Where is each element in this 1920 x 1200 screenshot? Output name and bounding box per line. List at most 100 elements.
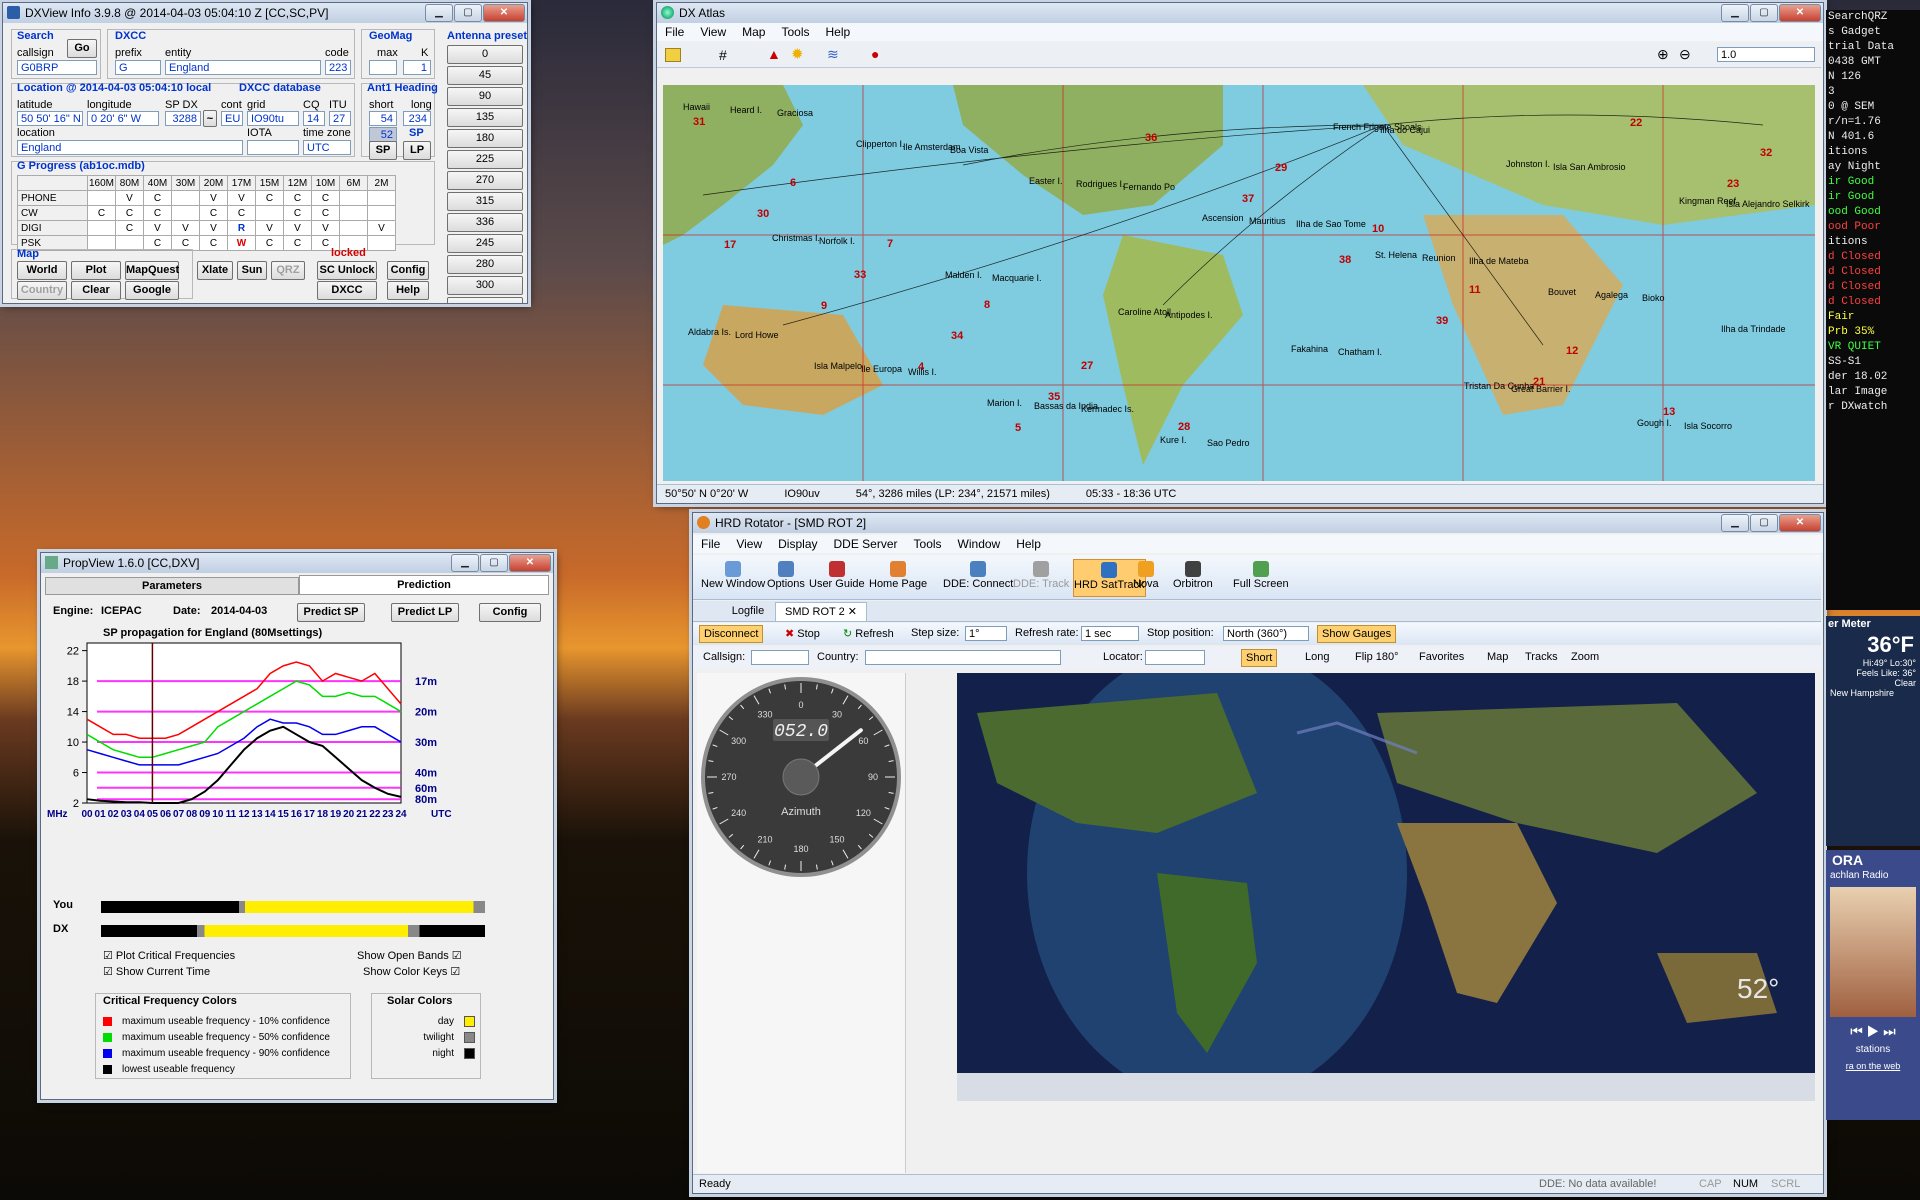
disconnect-button[interactable]: Disconnect bbox=[699, 625, 764, 643]
hrd-world-map[interactable]: 52° bbox=[957, 673, 1815, 1101]
antenna-preset-button[interactable]: 315 bbox=[447, 192, 523, 211]
callsign-input[interactable]: G0BRP bbox=[17, 60, 97, 75]
clear-button[interactable]: Clear bbox=[71, 281, 121, 300]
zoom-field[interactable]: 1.0 bbox=[1717, 47, 1815, 62]
tab-logfile[interactable]: Logfile bbox=[723, 603, 773, 620]
qrz-button[interactable]: QRZ bbox=[271, 261, 305, 280]
tracks-button[interactable]: Tracks bbox=[1525, 651, 1558, 663]
antenna-preset-button[interactable] bbox=[447, 297, 523, 303]
maximize-button[interactable]: ▢ bbox=[454, 4, 482, 22]
sun-button[interactable]: Sun bbox=[237, 261, 267, 280]
antenna-preset-button[interactable]: 135 bbox=[447, 108, 523, 127]
radio-controls[interactable]: ⏮ ▶ ⏭ bbox=[1826, 1023, 1920, 1040]
tab-smd-rot-2[interactable]: SMD ROT 2 ✕ bbox=[775, 602, 867, 621]
mapquest-button[interactable]: MapQuest bbox=[125, 261, 179, 280]
predict-lp-button[interactable]: Predict LP bbox=[391, 603, 459, 622]
menu-view[interactable]: View bbox=[692, 25, 734, 39]
zoom-in-icon[interactable]: ⊕ bbox=[1657, 46, 1669, 63]
hrd-titlebar[interactable]: HRD Rotator - [SMD ROT 2] ▁ ▢ ✕ bbox=[693, 513, 1823, 533]
long-path-button[interactable]: Long bbox=[1305, 651, 1329, 663]
maximize-button[interactable]: ▢ bbox=[1750, 4, 1778, 22]
minimize-button[interactable]: ▁ bbox=[1721, 4, 1749, 22]
show-keys-checkbox[interactable]: Show Color Keys ☑ bbox=[363, 965, 460, 978]
tab-parameters[interactable]: Parameters bbox=[45, 577, 299, 595]
ribbon-home-page[interactable]: Home Page bbox=[869, 559, 927, 595]
ribbon-dde-connect[interactable]: DDE: Connect bbox=[943, 559, 1013, 595]
close-button[interactable]: ✕ bbox=[483, 4, 525, 22]
ribbon-dde-track[interactable]: DDE: Track bbox=[1013, 559, 1069, 595]
menu-help[interactable]: Help bbox=[1008, 537, 1049, 551]
antenna-preset-button[interactable]: 245 bbox=[447, 234, 523, 253]
sun-icon[interactable]: ✹ bbox=[791, 45, 804, 63]
menu-help[interactable]: Help bbox=[818, 25, 859, 39]
flip-button[interactable]: Flip 180° bbox=[1355, 651, 1399, 663]
country-button[interactable]: Country bbox=[17, 281, 67, 300]
ribbon-new-window[interactable]: New Window bbox=[701, 559, 765, 595]
minimize-button[interactable]: ▁ bbox=[451, 554, 479, 572]
menu-file[interactable]: File bbox=[657, 25, 692, 39]
zoom-button[interactable]: Zoom bbox=[1571, 651, 1599, 663]
propview-titlebar[interactable]: PropView 1.6.0 [CC,DXV] ▁ ▢ ✕ bbox=[41, 553, 553, 573]
prefix-select[interactable]: G bbox=[115, 60, 161, 75]
alert-icon[interactable]: ▲ bbox=[767, 46, 781, 62]
antenna-preset-button[interactable]: 90 bbox=[447, 87, 523, 106]
grid-icon[interactable]: # bbox=[719, 47, 727, 63]
sc-unlock-button[interactable]: SC Unlock bbox=[317, 261, 377, 280]
short-path-button[interactable]: Short bbox=[1241, 649, 1278, 667]
country-select[interactable] bbox=[865, 650, 1061, 665]
radio-web-link[interactable]: ra on the web bbox=[1826, 1061, 1920, 1071]
antenna-preset-button[interactable]: 336 bbox=[447, 213, 523, 232]
menu-dde-server[interactable]: DDE Server bbox=[826, 537, 906, 551]
config-button[interactable]: Config bbox=[479, 603, 541, 622]
menu-map[interactable]: Map bbox=[734, 25, 773, 39]
plot-critical-checkbox[interactable]: ☑ Plot Critical Frequencies bbox=[103, 949, 235, 962]
map-button[interactable]: Map bbox=[1487, 651, 1508, 663]
maximize-button[interactable]: ▢ bbox=[480, 554, 508, 572]
antenna-preset-button[interactable]: 225 bbox=[447, 150, 523, 169]
locator-input[interactable] bbox=[1145, 650, 1205, 665]
menu-tools[interactable]: Tools bbox=[773, 25, 817, 39]
predict-sp-button[interactable]: Predict SP bbox=[297, 603, 365, 622]
close-button[interactable]: ✕ bbox=[1779, 514, 1821, 532]
sp-button[interactable]: SP bbox=[369, 141, 397, 160]
config-button[interactable]: Config bbox=[387, 261, 429, 280]
menu-tools[interactable]: Tools bbox=[906, 537, 950, 551]
maximize-button[interactable]: ▢ bbox=[1750, 514, 1778, 532]
dxcc-button[interactable]: DXCC bbox=[317, 281, 377, 300]
tab-prediction[interactable]: Prediction bbox=[299, 575, 549, 595]
spdx-unit-button[interactable]: ~ bbox=[203, 110, 217, 127]
callsign-input[interactable] bbox=[751, 650, 809, 665]
go-button[interactable]: Go bbox=[67, 39, 97, 58]
dxatlas-titlebar[interactable]: DX Atlas ▁ ▢ ✕ bbox=[657, 3, 1823, 23]
menu-file[interactable]: File bbox=[693, 537, 728, 551]
antenna-preset-button[interactable]: 45 bbox=[447, 66, 523, 85]
antenna-preset-button[interactable]: 280 bbox=[447, 255, 523, 274]
world-button[interactable]: World bbox=[17, 261, 67, 280]
dxatlas-map[interactable]: 3167827282910111213323033343536373839212… bbox=[663, 85, 1815, 481]
ribbon-options[interactable]: Options bbox=[767, 559, 805, 595]
menu-view[interactable]: View bbox=[728, 537, 770, 551]
close-button[interactable]: ✕ bbox=[1779, 4, 1821, 22]
azimuth-gauge[interactable]: 0 30 60 90 120 150 180 210 240 270 300 330052.0 Azim… bbox=[697, 673, 905, 883]
iota-select[interactable] bbox=[247, 140, 299, 155]
entity-select[interactable]: England bbox=[165, 60, 321, 75]
menu-display[interactable]: Display bbox=[770, 537, 825, 551]
ribbon-nova[interactable]: Nova bbox=[1133, 559, 1159, 595]
stop-button[interactable]: ✖ Stop bbox=[785, 627, 820, 640]
minimize-button[interactable]: ▁ bbox=[1721, 514, 1749, 532]
google-button[interactable]: Google bbox=[125, 281, 179, 300]
favorites-button[interactable]: Favorites bbox=[1419, 651, 1464, 663]
antenna-preset-button[interactable]: 0 bbox=[447, 45, 523, 64]
ribbon-orbitron[interactable]: Orbitron bbox=[1173, 559, 1213, 595]
ribbon-user-guide[interactable]: User Guide bbox=[809, 559, 865, 595]
stations-button[interactable]: stations bbox=[1826, 1044, 1920, 1055]
latitude-field[interactable]: 50 50' 16" N bbox=[17, 111, 83, 126]
refresh-button[interactable]: ↻ Refresh bbox=[843, 627, 894, 640]
antenna-preset-button[interactable]: 270 bbox=[447, 171, 523, 190]
dxview-titlebar[interactable]: DXView Info 3.9.8 @ 2014-04-03 05:04:10 … bbox=[3, 3, 527, 23]
zoom-out-icon[interactable]: ⊖ bbox=[1679, 46, 1691, 63]
layers-icon[interactable]: ≋ bbox=[827, 46, 839, 63]
open-icon[interactable] bbox=[665, 48, 681, 62]
show-open-checkbox[interactable]: Show Open Bands ☑ bbox=[357, 949, 462, 962]
lp-button[interactable]: LP bbox=[403, 141, 431, 160]
